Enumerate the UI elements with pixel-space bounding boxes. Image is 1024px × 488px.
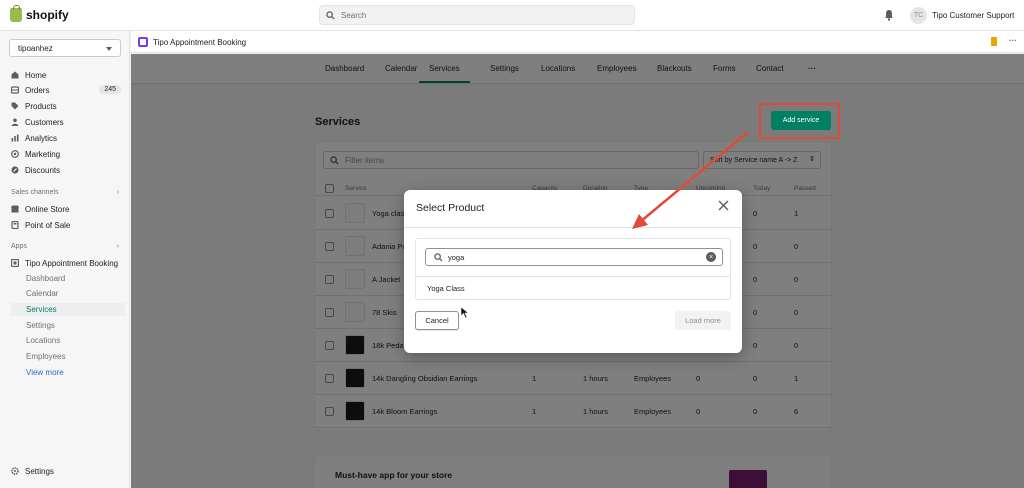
chevron-right-icon: › [116,189,119,196]
sidebar-item-label: Home [25,70,47,80]
orders-count-badge: 245 [99,85,121,94]
shopify-bag-icon [10,5,22,22]
person-icon [11,118,19,126]
modal-title: Select Product [416,202,485,214]
app-header: Tipo Appointment Booking ··· [131,31,1024,53]
orders-icon [11,86,19,94]
store-selector[interactable]: tipoanhez [9,39,121,57]
view-more-link[interactable]: View more [26,366,125,379]
sidebar-item-label: Discounts [25,165,61,175]
section-label-text: Apps [11,243,27,250]
sidebar-item-label: Settings [25,466,54,476]
sidebar-item-point-of-sale[interactable]: Point of Sale [11,218,121,232]
user-name[interactable]: Tipo Customer Support [932,11,1014,20]
pin-icon[interactable] [991,37,997,46]
apps-heading[interactable]: Apps › [11,243,119,250]
avatar[interactable]: TC [910,7,927,24]
chevron-right-icon: › [116,243,119,250]
discount-icon [11,166,19,174]
tag-icon [11,102,19,110]
store-icon [11,205,19,213]
sidebar-subitem-settings[interactable]: Settings [26,319,125,332]
sidebar-item-label: Marketing [25,149,61,159]
sidebar-item-marketing[interactable]: Marketing [11,147,121,161]
sidebar-item-label: Orders [25,85,50,95]
sidebar-item-online-store[interactable]: Online Store [11,202,121,216]
sidebar: tipoanhez Home Orders 245 Products Custo… [0,31,130,488]
sidebar-item-label: Products [25,101,57,111]
bell-icon[interactable] [884,9,894,21]
sidebar-item-settings[interactable]: Settings [11,464,121,478]
sidebar-item-analytics[interactable]: Analytics [11,131,121,145]
product-search-input[interactable]: yoga × [425,248,723,266]
sidebar-subitem-locations[interactable]: Locations [26,334,125,347]
sidebar-item-label: Tipo Appointment Booking [25,258,119,268]
close-icon[interactable] [718,200,729,211]
logo-text: shopify [26,8,69,22]
pos-icon [11,221,19,229]
sidebar-subitem-services[interactable]: Services [11,303,125,316]
app-title: Tipo Appointment Booking [153,38,247,47]
search-placeholder: Search [341,10,367,20]
sidebar-subitem-employees[interactable]: Employees [26,350,125,363]
select-product-modal: Select Product yoga × Yoga Class Cancel … [404,190,742,353]
cancel-button[interactable]: Cancel [415,311,459,330]
sidebar-item-home[interactable]: Home [11,68,121,82]
caret-down-icon [106,47,112,51]
home-icon [11,71,19,79]
sidebar-item-products[interactable]: Products [11,99,121,113]
sales-channels-heading[interactable]: Sales channels › [11,189,119,196]
search-icon [434,252,443,262]
shopify-logo[interactable]: shopify [10,5,69,22]
marketing-icon [11,150,19,158]
store-name: tipoanhez [18,43,53,53]
product-picker: yoga × Yoga Class [415,238,731,300]
global-search-input[interactable]: Search [319,5,635,25]
sidebar-subitem-dashboard[interactable]: Dashboard [26,272,125,285]
tipo-app-icon [138,37,148,47]
modal-header: Select Product [404,190,742,228]
add-service-button-highlighted[interactable]: Add service [771,111,831,130]
sidebar-item-label: Online Store [25,204,70,214]
sidebar-item-label: Customers [25,117,64,127]
sidebar-item-tipo-app[interactable]: Tipo Appointment Booking [11,256,121,270]
top-bar: shopify Search TC Tipo Customer Support [0,0,1024,31]
analytics-icon [11,134,19,142]
search-icon [326,10,335,20]
clear-search-icon[interactable]: × [706,252,716,262]
sidebar-item-orders[interactable]: Orders 245 [11,83,121,97]
gear-icon [11,467,19,475]
more-actions-icon[interactable]: ··· [1009,36,1017,45]
sidebar-subitem-calendar[interactable]: Calendar [26,287,125,300]
sidebar-item-discounts[interactable]: Discounts [11,163,121,177]
product-result-item[interactable]: Yoga Class [416,276,730,300]
app-icon [11,259,19,267]
load-more-button[interactable]: Load more [675,311,731,330]
search-value: yoga [448,252,465,262]
sidebar-item-label: Analytics [25,133,58,143]
sidebar-item-customers[interactable]: Customers [11,115,121,129]
sidebar-item-label: Point of Sale [25,220,71,230]
section-label-text: Sales channels [11,189,59,196]
